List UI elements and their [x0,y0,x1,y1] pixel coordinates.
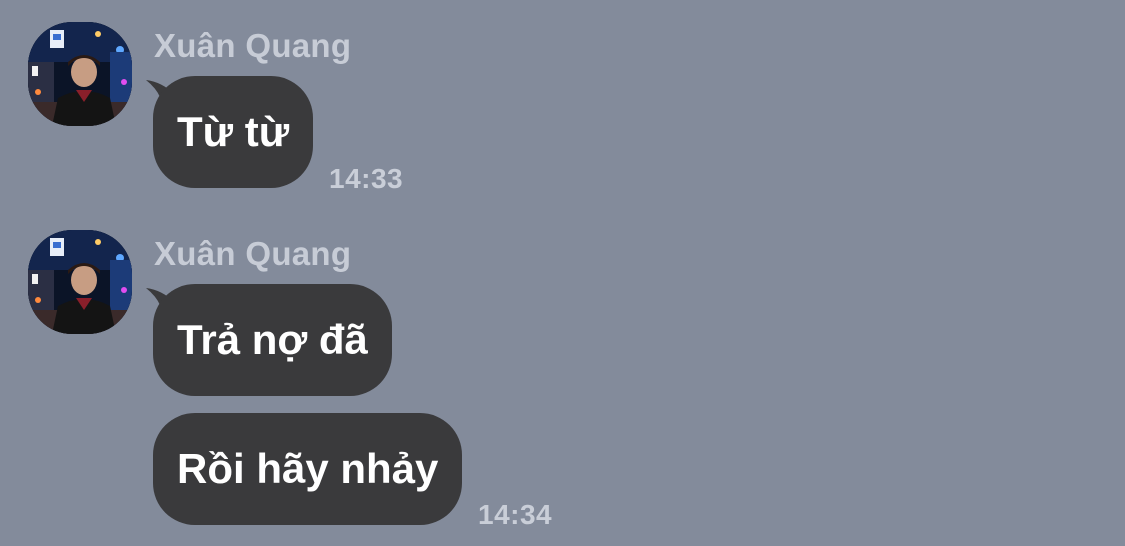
message-text: Trả nợ đã [177,316,368,363]
sender-name: Xuân Quang [154,235,352,272]
sender-name: Xuân Quang [154,27,352,64]
message-bubble[interactable]: Từ từ [153,76,314,188]
message-text: Từ từ [177,108,290,155]
message-bubble[interactable]: Rồi hãy nhảy [153,413,463,525]
message-text: Rồi hãy nhảy [177,445,439,492]
sender-avatar[interactable] [28,22,132,126]
avatar-photo-icon [28,22,132,126]
message-timestamp: 14:33 [329,163,404,194]
avatar-photo-icon [28,230,132,334]
sender-avatar[interactable] [28,230,132,334]
message-timestamp: 14:34 [478,499,553,530]
message-bubble[interactable]: Trả nợ đã [153,284,392,396]
